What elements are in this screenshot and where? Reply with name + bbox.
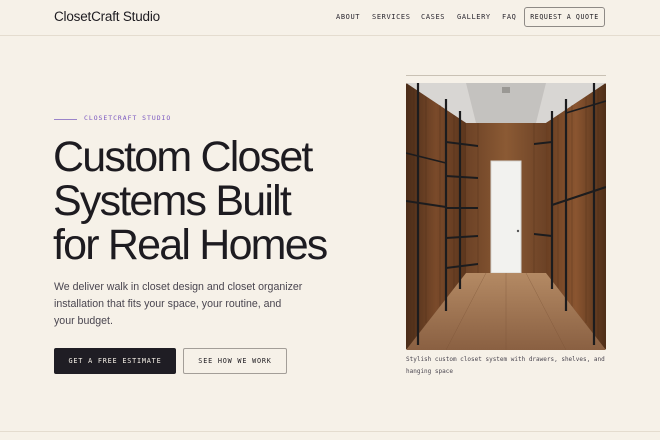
image-caption: Stylish custom closet system with drawer… [406,356,605,375]
closet-illustration [406,83,606,350]
see-how-we-work-button[interactable]: SEE HOW WE WORK [183,348,287,374]
request-quote-button[interactable]: REQUEST A QUOTE [524,7,605,27]
free-estimate-button[interactable]: GET A FREE ESTIMATE [54,348,176,374]
hero-title-line-1: Custom Closet [53,133,313,181]
hero-title-line-2: Systems Built [53,177,292,225]
brand-logo[interactable]: ClosetCraft Studio [54,9,160,24]
image-top-rule [406,75,606,76]
landing-page: ClosetCraft Studio ABOUT SERVICES CASES … [0,0,660,440]
site-header: ClosetCraft Studio ABOUT SERVICES CASES … [0,0,660,36]
hero-description: We deliver walk in closet design and clo… [54,281,303,327]
walk-in-closet-photo [406,83,606,350]
nav-about-link[interactable]: ABOUT [336,13,360,21]
hero-title-line-3: for Real Homes [53,221,328,269]
hero-title: Custom Closet Systems Built for Real Hom… [53,135,383,267]
nav-faq-link[interactable]: FAQ [502,13,516,21]
nav-cases-link[interactable]: CASES [421,13,445,21]
eyebrow-divider [54,119,77,120]
section-divider [0,431,660,432]
hero-eyebrow: CLOSETCRAFT STUDIO [84,114,172,122]
nav-services-link[interactable]: SERVICES [372,13,411,21]
nav-gallery-link[interactable]: GALLERY [457,13,491,21]
